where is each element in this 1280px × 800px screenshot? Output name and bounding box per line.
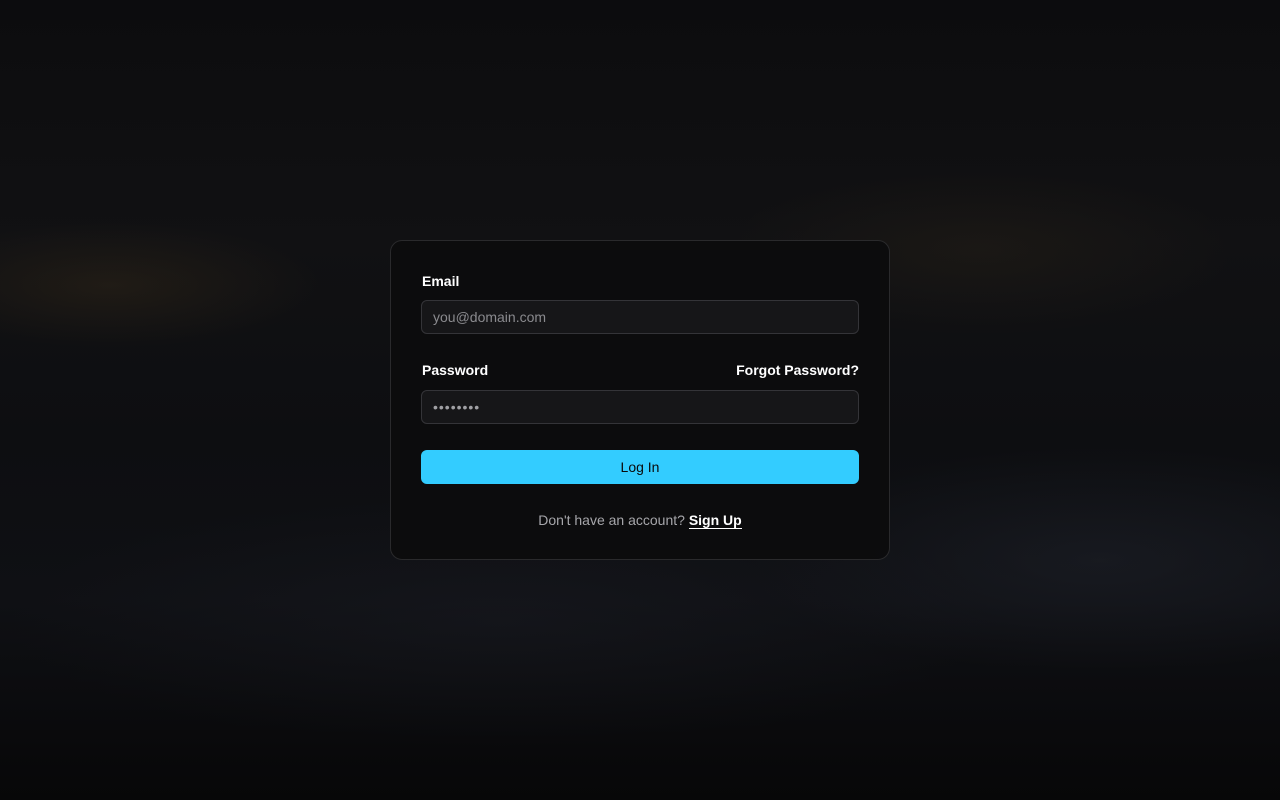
signup-link[interactable]: Sign Up (688, 512, 742, 529)
signup-prompt: Don't have an account? (538, 512, 689, 528)
email-field[interactable] (421, 300, 859, 334)
signup-row: Don't have an account? Sign Up (391, 512, 889, 529)
login-button[interactable]: Log In (421, 450, 859, 484)
login-card: Email Password Forgot Password? Log In D… (390, 240, 890, 560)
email-label: Email (422, 273, 460, 289)
password-label: Password (422, 362, 489, 378)
forgot-password-link[interactable]: Forgot Password? (736, 362, 859, 378)
password-field[interactable] (421, 390, 859, 424)
